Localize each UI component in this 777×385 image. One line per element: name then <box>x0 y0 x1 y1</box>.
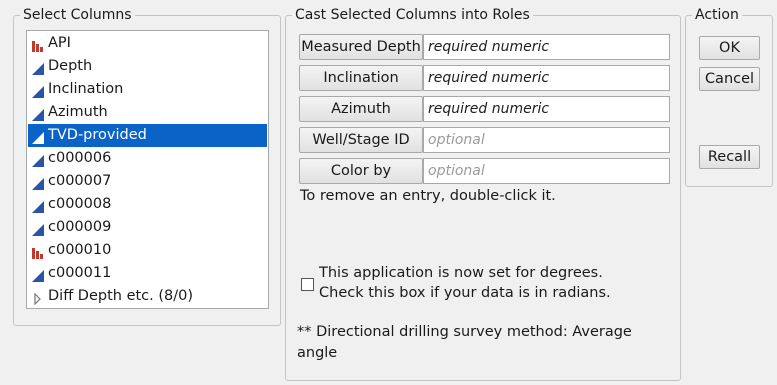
cast-roles-group: Cast Selected Columns into Roles Measure… <box>285 6 681 381</box>
action-group: Action OK Cancel Recall <box>685 6 773 187</box>
inclination-field[interactable]: required numeric <box>423 65 670 91</box>
expand-triangle-icon <box>32 290 45 306</box>
continuous-triangle-icon <box>32 152 45 167</box>
azimuth-field[interactable]: required numeric <box>423 96 670 122</box>
remove-entry-hint: To remove an entry, double-click it. <box>300 188 556 204</box>
survey-method-note: ** Directional drilling survey method: A… <box>297 324 632 361</box>
column-item[interactable]: c000007 <box>28 170 267 193</box>
continuous-triangle-icon <box>32 198 45 213</box>
ok-button[interactable]: OK <box>699 36 760 60</box>
select-columns-title: Select Columns <box>20 6 135 24</box>
column-item[interactable]: c000008 <box>28 193 267 216</box>
measured-depth-field[interactable]: required numeric <box>423 34 670 60</box>
column-item[interactable]: TVD-provided <box>28 124 267 147</box>
radians-label-line1: This application is now set for degrees. <box>319 265 603 281</box>
column-item[interactable]: c000010 <box>28 239 267 262</box>
continuous-triangle-icon <box>32 129 45 144</box>
color-by-button[interactable]: Color by <box>299 158 423 184</box>
radians-checkbox[interactable] <box>301 278 314 291</box>
column-item-label: Azimuth <box>48 104 108 120</box>
column-item-label: API <box>48 35 71 51</box>
action-title: Action <box>692 6 742 24</box>
column-item-label: c000006 <box>48 150 112 166</box>
column-item-label: Inclination <box>48 81 124 97</box>
azimuth-button[interactable]: Azimuth <box>299 96 423 122</box>
column-item[interactable]: Azimuth <box>28 101 267 124</box>
column-item[interactable]: c000011 <box>28 262 267 285</box>
column-item-label: TVD-provided <box>48 127 147 143</box>
continuous-triangle-icon <box>32 267 45 282</box>
continuous-triangle-icon <box>32 106 45 121</box>
column-item-label: c000009 <box>48 219 112 235</box>
select-columns-group: Select Columns API Depth Inclination Azimut… <box>13 6 281 326</box>
column-item[interactable]: Diff Depth etc. (8/0) <box>28 285 267 308</box>
nominal-bar-icon <box>32 37 45 52</box>
cancel-button[interactable]: Cancel <box>699 67 760 91</box>
column-item[interactable]: c000009 <box>28 216 267 239</box>
column-item-label: c000007 <box>48 173 112 189</box>
color-by-field[interactable]: optional <box>423 158 670 184</box>
column-item[interactable]: API <box>28 32 267 55</box>
continuous-triangle-icon <box>32 221 45 236</box>
radians-checkbox-label: This application is now set for degrees.… <box>319 263 611 303</box>
recall-button[interactable]: Recall <box>699 145 760 169</box>
column-list[interactable]: API Depth Inclination Azimuth TVD-provided c0… <box>26 30 269 309</box>
column-item-label: c000010 <box>48 242 112 258</box>
column-item[interactable]: Depth <box>28 55 267 78</box>
column-item[interactable]: Inclination <box>28 78 267 101</box>
well-stage-id-button[interactable]: Well/Stage ID <box>299 127 423 153</box>
continuous-triangle-icon <box>32 60 45 75</box>
column-item-label: c000008 <box>48 196 112 212</box>
column-item-label: Diff Depth etc. (8/0) <box>48 288 194 304</box>
column-item-label: Depth <box>48 58 93 74</box>
well-stage-id-field[interactable]: optional <box>423 127 670 153</box>
continuous-triangle-icon <box>32 175 45 190</box>
continuous-triangle-icon <box>32 83 45 98</box>
inclination-button[interactable]: Inclination <box>299 65 423 91</box>
radians-label-line2: Check this box if your data is in radian… <box>319 285 611 301</box>
measured-depth-button[interactable]: Measured Depth <box>299 34 423 60</box>
nominal-bar-icon <box>32 244 45 259</box>
column-item[interactable]: c000006 <box>28 147 267 170</box>
cast-roles-title: Cast Selected Columns into Roles <box>292 6 533 24</box>
column-item-label: c000011 <box>48 265 112 281</box>
